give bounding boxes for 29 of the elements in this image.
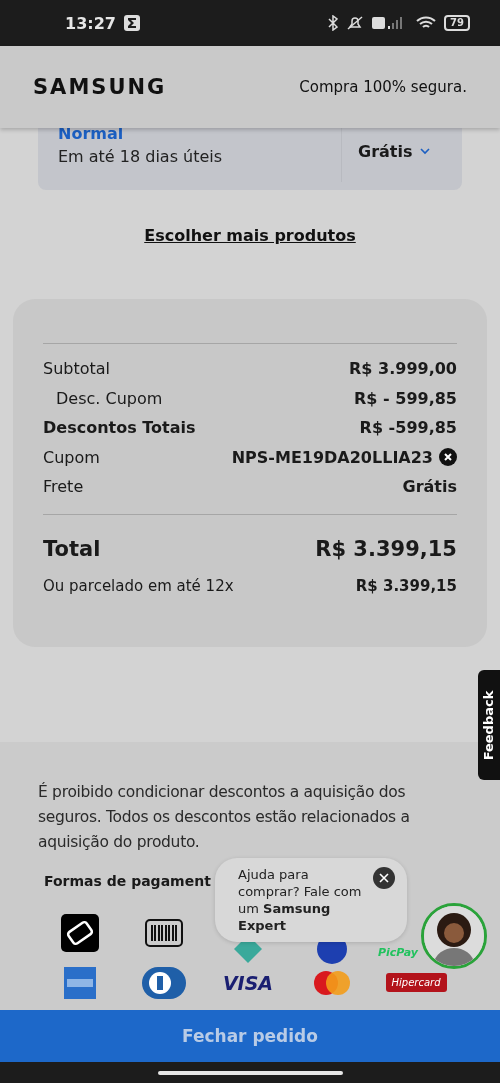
secure-purchase-text: Compra 100% segura. [299, 78, 467, 96]
installments-value: R$ 3.399,15 [355, 576, 457, 595]
payment-brand-logo: VISA [222, 971, 274, 994]
shipping-price: Grátis [358, 141, 413, 161]
installments-label: Ou parcelado em até 12x [43, 576, 234, 595]
samsung-logo[interactable]: SAMSUNG [33, 75, 167, 99]
choose-more-products-link[interactable]: Escolher mais produtos [144, 226, 356, 245]
payment-brand-logo: Hipercard [385, 973, 447, 992]
delivery-time: Em até 18 dias úteis [58, 147, 224, 166]
payment-methods-title: Formas de pagament [44, 872, 211, 889]
total-value: R$ 3.399,15 [315, 536, 457, 561]
summary-label: Descontos Totais [43, 418, 196, 438]
feedback-tab[interactable]: Feedback [478, 670, 500, 780]
payment-brand-logo: PicPay [378, 945, 418, 959]
summary-value: Grátis [402, 477, 457, 497]
summary-label: Desc. Cupom [55, 388, 163, 408]
total-label: Total [43, 536, 101, 561]
summary-value: R$ - 599,85 [354, 388, 457, 408]
summary-value: R$ 3.999,00 [349, 359, 457, 379]
coupon-code: NPS-ME19DA20LLIA23 [231, 447, 433, 467]
summary-label: Frete [43, 477, 84, 497]
summary-label: Cupom [43, 447, 100, 467]
disclaimer-text: É proibido condicionar descontos a aquisição dos seguros. Todos os descontos estão relacionados a aquisição do produto. [38, 781, 411, 853]
battery-level: 79 [444, 15, 470, 31]
chat-prompt-text: Ajuda para comprar? Fale com um Samsung Expert [238, 867, 362, 933]
chat-prompt-bubble[interactable]: Ajuda para comprar? Fale com um Samsung Expert [215, 858, 407, 942]
clock: 13:27 [65, 13, 116, 33]
summary-value: R$ -599,85 [359, 418, 457, 438]
summary-label: Subtotal [43, 359, 111, 379]
